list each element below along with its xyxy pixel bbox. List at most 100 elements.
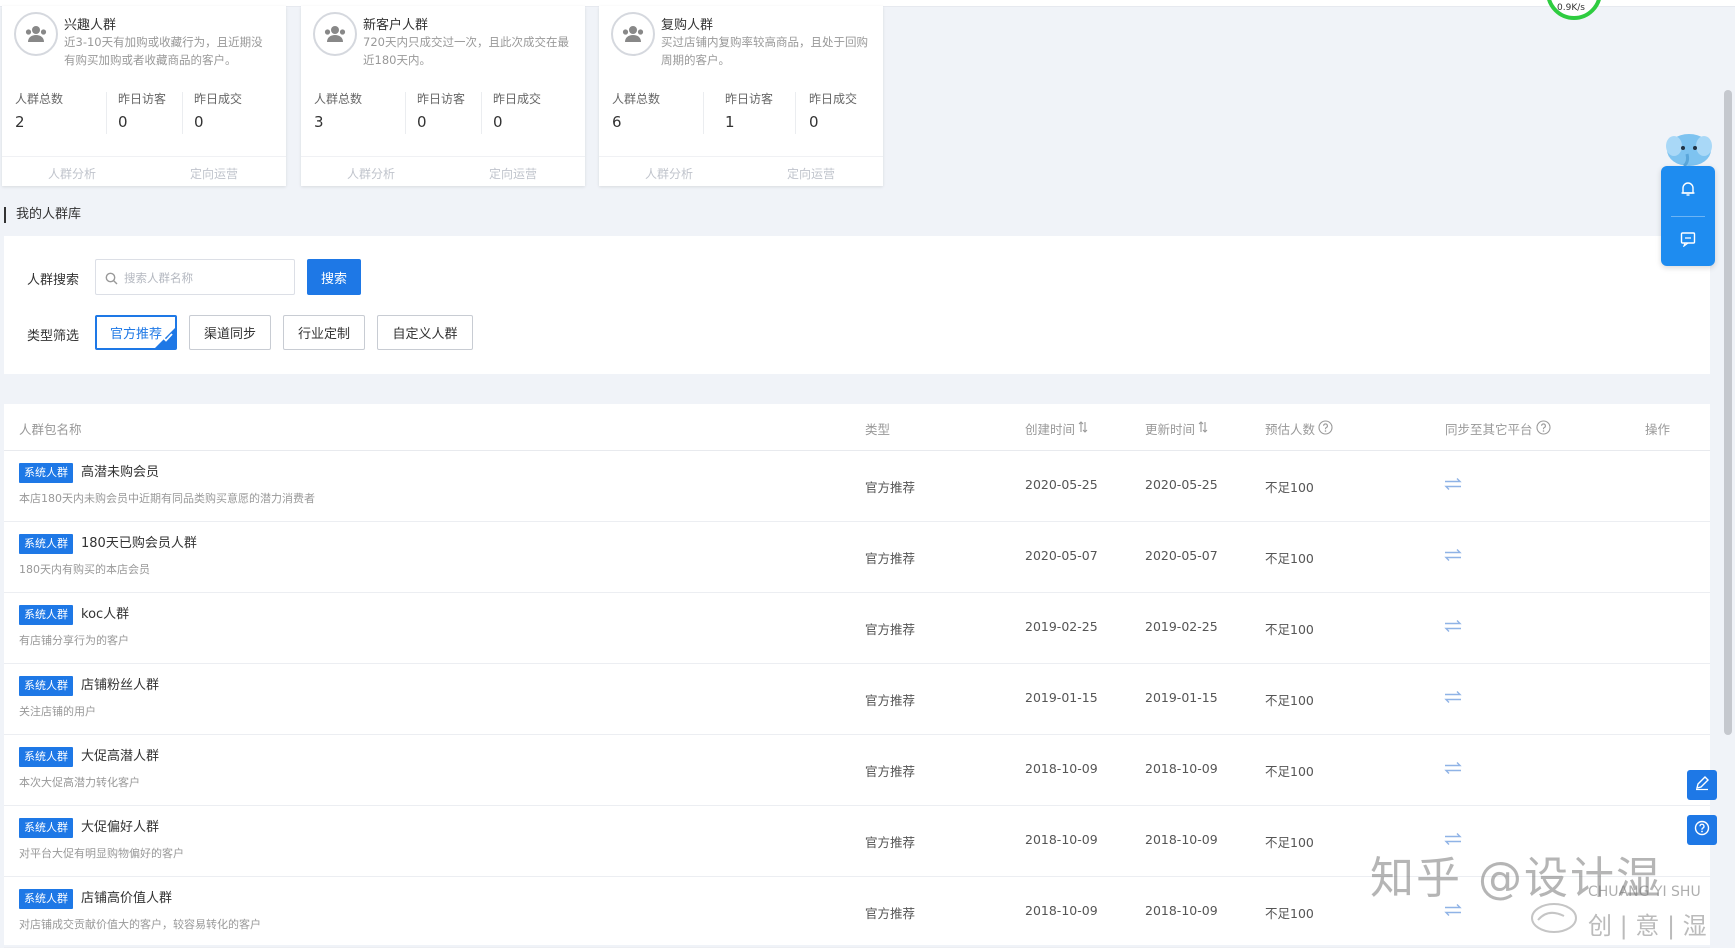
chat-icon bbox=[1680, 231, 1696, 251]
bell-icon bbox=[1680, 181, 1696, 201]
sync-icon[interactable] bbox=[1444, 689, 1462, 708]
sync-icon[interactable] bbox=[1444, 476, 1462, 495]
sort-icon[interactable] bbox=[1078, 421, 1088, 436]
row-estimate: 不足100 bbox=[1265, 551, 1314, 566]
section-title: 我的人群库 bbox=[4, 207, 81, 223]
th-name: 人群包名称 bbox=[19, 422, 82, 437]
crowd-icon bbox=[14, 12, 58, 56]
row-name: 店铺高价值人群 bbox=[81, 891, 173, 906]
row-created: 2018-10-09 bbox=[1025, 761, 1098, 776]
row-name: 高潜未购会员 bbox=[81, 465, 160, 480]
row-updated: 2018-10-09 bbox=[1145, 903, 1218, 918]
chip-industry[interactable]: 行业定制 bbox=[283, 315, 365, 350]
table-row: 系统人群 店铺粉丝人群 关注店铺的用户 官方推荐 2019-01-15 2019… bbox=[4, 664, 1710, 735]
system-badge: 系统人群 bbox=[19, 463, 73, 483]
row-estimate: 不足100 bbox=[1265, 764, 1314, 779]
search-icon bbox=[105, 270, 118, 289]
row-updated: 2019-02-25 bbox=[1145, 619, 1218, 634]
chip-label: 自定义人群 bbox=[392, 327, 458, 342]
type-filter-label: 类型筛选 bbox=[27, 329, 80, 344]
table-row: 系统人群 高潜未购会员 本店180天内未购会员中近期有同品类购买意愿的潜力消费者… bbox=[4, 451, 1710, 522]
help-button[interactable] bbox=[1687, 815, 1717, 845]
sync-icon[interactable] bbox=[1444, 547, 1462, 566]
system-badge: 系统人群 bbox=[19, 889, 73, 909]
row-estimate: 不足100 bbox=[1265, 693, 1314, 708]
targeted-ops-link[interactable]: 定向运营 bbox=[489, 165, 537, 182]
crowd-analysis-link[interactable]: 人群分析 bbox=[347, 165, 395, 182]
row-desc: 对店铺成交贡献价值大的客户，较容易转化的客户 bbox=[19, 918, 261, 931]
row-created: 2019-01-15 bbox=[1025, 690, 1098, 705]
stat-deals: 昨日成交 0 bbox=[809, 92, 858, 131]
row-updated: 2019-01-15 bbox=[1145, 690, 1218, 705]
targeted-ops-link[interactable]: 定向运营 bbox=[190, 165, 238, 182]
row-type: 官方推荐 bbox=[865, 835, 916, 850]
row-type: 官方推荐 bbox=[865, 622, 916, 637]
card-title: 复购人群 bbox=[661, 18, 714, 33]
row-desc: 180天内有购买的本店会员 bbox=[19, 563, 150, 576]
filter-panel: 人群搜索 搜索 类型筛选 官方推荐 渠道同步 行业定制 自定义人群 bbox=[4, 236, 1710, 374]
scrollbar[interactable] bbox=[1724, 90, 1732, 735]
search-box[interactable] bbox=[95, 259, 295, 296]
sort-icon[interactable] bbox=[1198, 421, 1208, 436]
row-created: 2020-05-07 bbox=[1025, 548, 1098, 563]
targeted-ops-link[interactable]: 定向运营 bbox=[787, 165, 835, 182]
sync-icon[interactable] bbox=[1444, 760, 1462, 779]
system-badge: 系统人群 bbox=[19, 676, 73, 696]
crowd-card-interest: 兴趣人群 近3-10天有加购或收藏行为，且近期没有购买加购或者收藏商品的客户。 … bbox=[2, 6, 286, 186]
chip-label: 行业定制 bbox=[297, 327, 350, 342]
crowd-card-new-customer: 新客户人群 720天内只成交过一次，且此次成交在最近180天内。 人群总数 3 昨… bbox=[301, 6, 585, 186]
chip-official[interactable]: 官方推荐 bbox=[95, 315, 177, 350]
search-input[interactable] bbox=[122, 260, 294, 296]
mascot-icon[interactable] bbox=[1664, 130, 1714, 168]
row-estimate: 不足100 bbox=[1265, 835, 1314, 850]
system-badge: 系统人群 bbox=[19, 605, 73, 625]
chat-button[interactable] bbox=[1661, 216, 1715, 266]
stat-visitors: 昨日访客 1 bbox=[725, 92, 774, 131]
row-updated: 2018-10-09 bbox=[1145, 832, 1218, 847]
speed-text: 0.9K/s bbox=[1557, 3, 1585, 13]
help-icon[interactable] bbox=[1535, 419, 1551, 438]
check-icon bbox=[162, 331, 173, 346]
sync-icon[interactable] bbox=[1444, 618, 1462, 637]
system-badge: 系统人群 bbox=[19, 818, 73, 838]
chip-label: 渠道同步 bbox=[203, 327, 256, 342]
chip-channel-sync[interactable]: 渠道同步 bbox=[189, 315, 271, 350]
crowd-analysis-link[interactable]: 人群分析 bbox=[48, 165, 96, 182]
table-row: 系统人群 koc人群 有店铺分享行为的客户 官方推荐 2019-02-25 20… bbox=[4, 593, 1710, 664]
row-name: koc人群 bbox=[81, 607, 130, 622]
th-updated[interactable]: 更新时间 bbox=[1145, 419, 1208, 438]
row-created: 2019-02-25 bbox=[1025, 619, 1098, 634]
edit-button[interactable] bbox=[1687, 770, 1717, 800]
th-created[interactable]: 创建时间 bbox=[1025, 419, 1088, 438]
card-desc: 买过店铺内复购率较高商品，且处于回购周期的客户。 bbox=[661, 35, 868, 67]
search-label: 人群搜索 bbox=[27, 273, 80, 288]
card-title: 新客户人群 bbox=[363, 18, 429, 33]
edit-icon bbox=[1694, 775, 1710, 795]
card-desc: 近3-10天有加购或收藏行为，且近期没有购买加购或者收藏商品的客户。 bbox=[64, 35, 263, 67]
row-type: 官方推荐 bbox=[865, 551, 916, 566]
crowd-card-repurchase: 复购人群 买过店铺内复购率较高商品，且处于回购周期的客户。 人群总数 6 昨日访客… bbox=[599, 6, 883, 186]
notification-button[interactable] bbox=[1661, 166, 1715, 216]
row-type: 官方推荐 bbox=[865, 480, 916, 495]
row-created: 2018-10-09 bbox=[1025, 832, 1098, 847]
row-estimate: 不足100 bbox=[1265, 906, 1314, 921]
row-type: 官方推荐 bbox=[865, 764, 916, 779]
table-row: 系统人群 180天已购会员人群 180天内有购买的本店会员 官方推荐 2020-… bbox=[4, 522, 1710, 593]
stat-deals: 昨日成交 0 bbox=[194, 92, 243, 131]
row-created: 2018-10-09 bbox=[1025, 903, 1098, 918]
card-desc: 720天内只成交过一次，且此次成交在最近180天内。 bbox=[363, 35, 569, 67]
chip-custom[interactable]: 自定义人群 bbox=[377, 315, 473, 350]
card-title: 兴趣人群 bbox=[64, 18, 117, 33]
row-created: 2020-05-25 bbox=[1025, 477, 1098, 492]
question-icon bbox=[1694, 820, 1710, 840]
help-icon[interactable] bbox=[1318, 419, 1333, 438]
row-name: 大促高潜人群 bbox=[81, 749, 160, 764]
search-button[interactable]: 搜索 bbox=[307, 259, 361, 295]
crowd-analysis-link[interactable]: 人群分析 bbox=[645, 165, 693, 182]
crowd-icon bbox=[611, 12, 655, 56]
row-desc: 有店铺分享行为的客户 bbox=[19, 634, 129, 647]
row-name: 180天已购会员人群 bbox=[81, 536, 197, 551]
row-type: 官方推荐 bbox=[865, 906, 916, 921]
row-desc: 关注店铺的用户 bbox=[19, 705, 96, 718]
stat-visitors: 昨日访客 0 bbox=[417, 92, 466, 131]
